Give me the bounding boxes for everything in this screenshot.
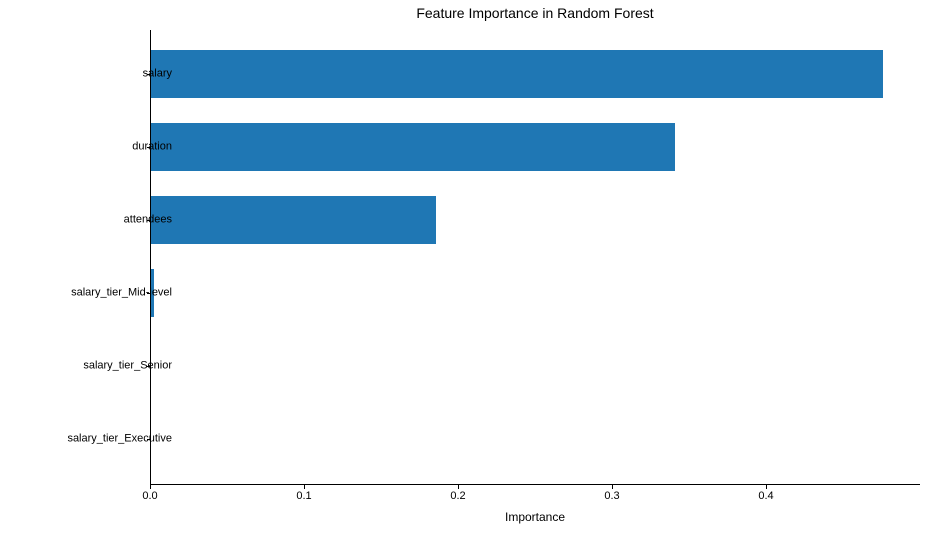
y-tick-label-senior: salary_tier_Senior — [32, 361, 172, 372]
y-tick-label-executive: salary_tier_Executive — [32, 434, 172, 445]
bar-duration — [151, 123, 675, 171]
bar-attendees — [151, 196, 436, 244]
x-axis-label: Importance — [150, 510, 920, 524]
x-tick — [612, 485, 613, 489]
bar-salary — [151, 50, 883, 98]
y-tick-label-mid-level: salary_tier_Mid-level — [32, 288, 172, 299]
x-tick-label-1: 0.1 — [296, 490, 311, 502]
chart-container: 0.0 0.1 0.2 0.3 0.4 Importance — [150, 30, 920, 505]
x-tick — [766, 485, 767, 489]
chart-title: Feature Importance in Random Forest — [150, 5, 920, 21]
x-tick-label-3: 0.3 — [604, 490, 619, 502]
x-tick-label-2: 0.2 — [450, 490, 465, 502]
y-tick-label-duration: duration — [32, 142, 172, 153]
y-tick-label-salary: salary — [32, 69, 172, 80]
plot-area — [150, 30, 920, 485]
y-tick-label-attendees: attendees — [32, 215, 172, 226]
x-tick — [150, 485, 151, 489]
x-tick-label-4: 0.4 — [758, 490, 773, 502]
x-tick-label-0: 0.0 — [142, 490, 157, 502]
x-tick — [304, 485, 305, 489]
x-tick — [458, 485, 459, 489]
